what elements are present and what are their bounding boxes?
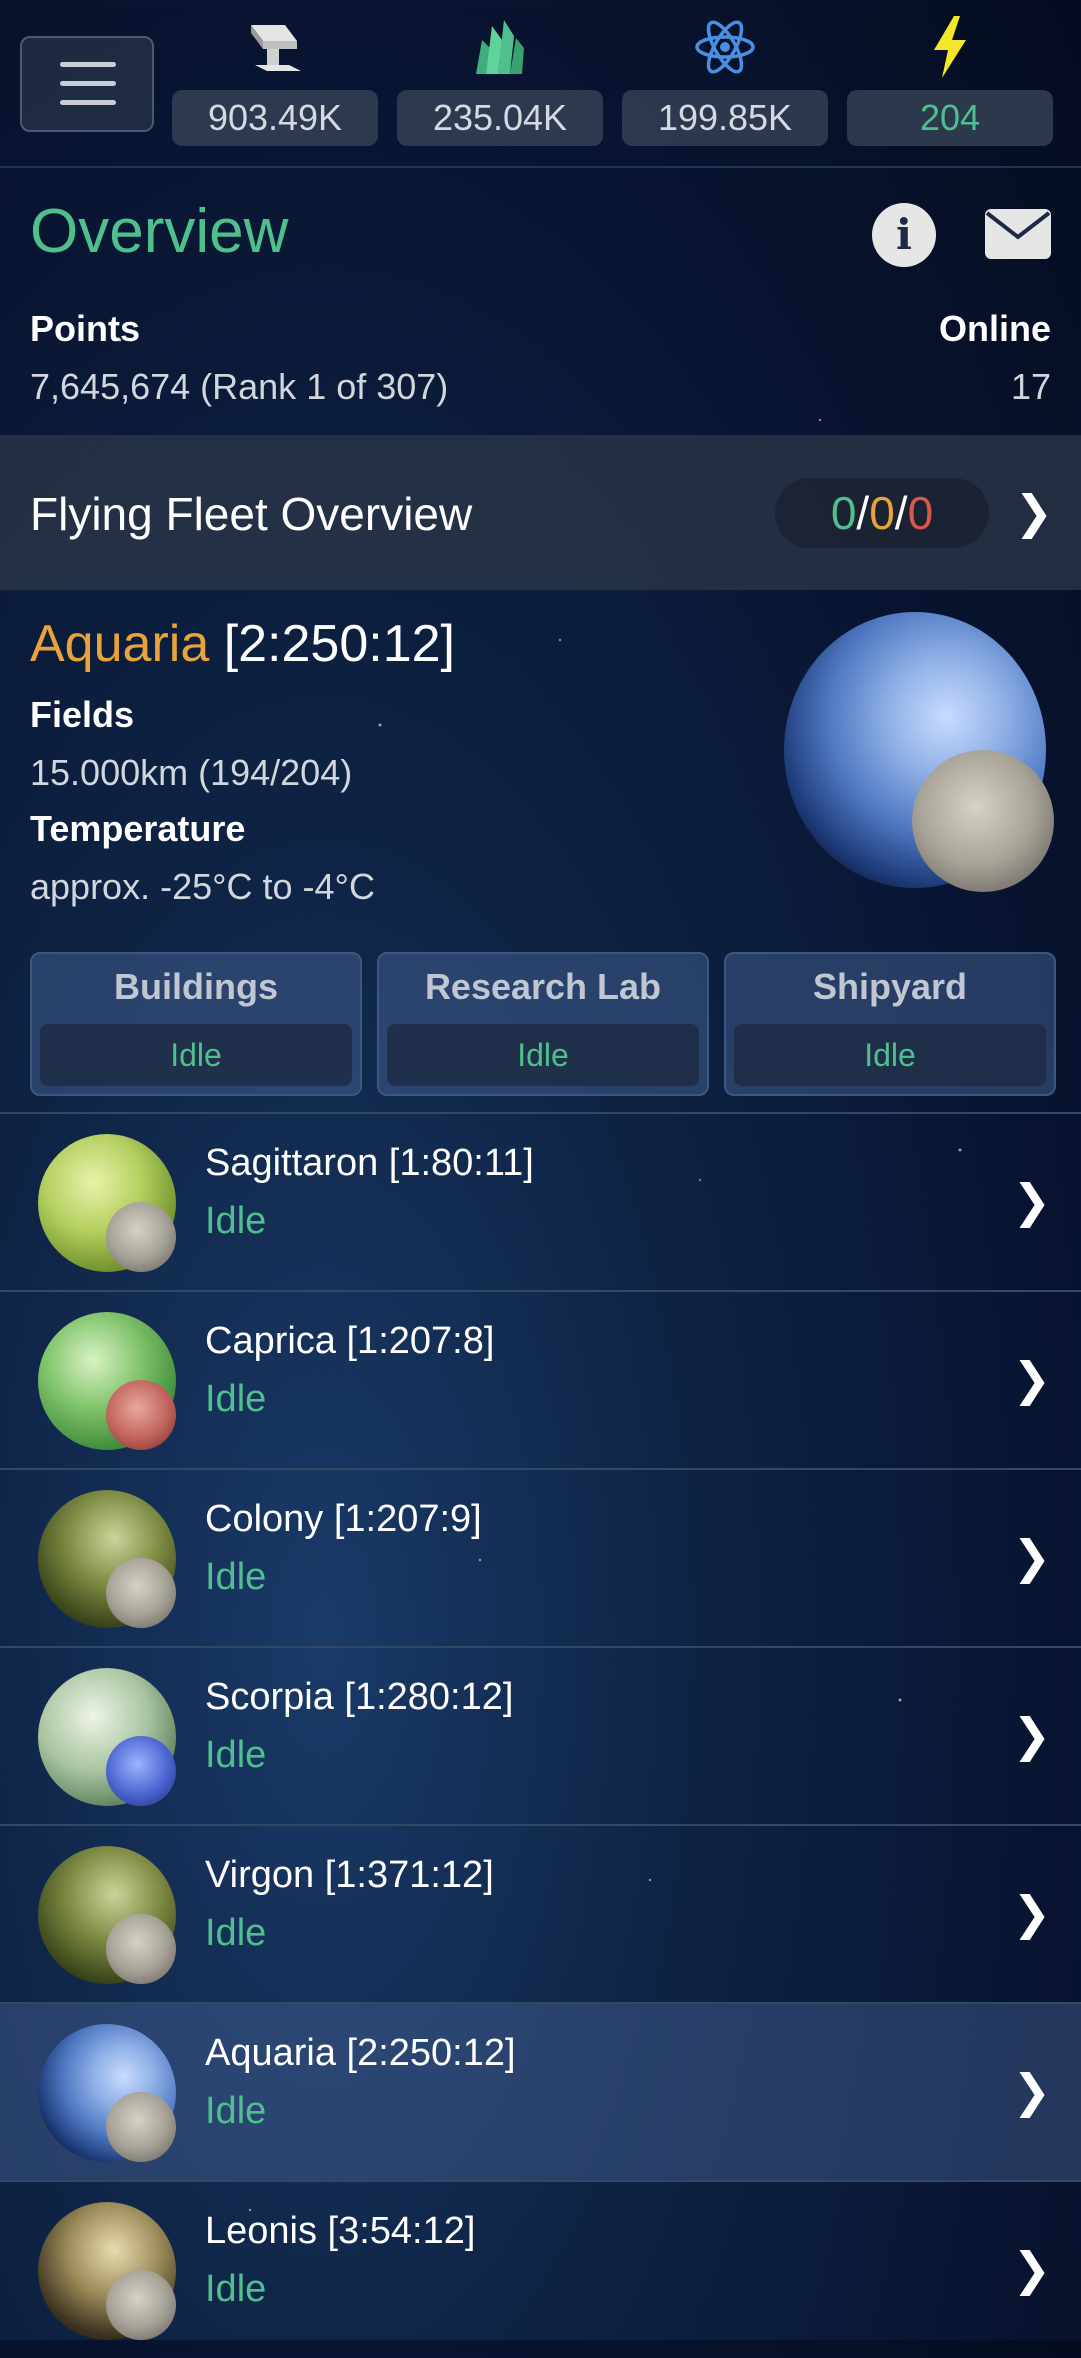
lightning-icon xyxy=(847,14,1053,80)
moon-image xyxy=(106,2092,176,2162)
moon-image xyxy=(106,2270,176,2340)
planet-name: Caprica [1:207:8] xyxy=(205,1320,495,1362)
queue-buildings-status: Idle xyxy=(40,1024,352,1086)
chevron-right-icon: ❯ xyxy=(1012,1352,1051,1406)
planet-list-item-active[interactable]: Aquaria [2:250:12] Idle ❯ xyxy=(0,2002,1081,2180)
current-planet-title: Aquaria [2:250:12] xyxy=(30,614,455,674)
planet-status: Idle xyxy=(205,1912,267,1954)
planet-status: Idle xyxy=(205,2268,267,2310)
planet-name: Leonis [3:54:12] xyxy=(205,2210,476,2252)
planet-status: Idle xyxy=(205,1378,267,1420)
page-title: Overview xyxy=(30,197,289,266)
metal-amount: 903.49K xyxy=(172,90,378,146)
info-icon[interactable]: i xyxy=(872,203,936,267)
chevron-right-icon: ❯ xyxy=(1012,1530,1051,1584)
planet-name: Scorpia [1:280:12] xyxy=(205,1676,514,1718)
planet-status: Idle xyxy=(205,1734,267,1776)
chevron-right-icon[interactable]: ❯ xyxy=(1014,485,1053,539)
planet-status: Idle xyxy=(205,1200,267,1242)
chevron-right-icon: ❯ xyxy=(1012,2242,1051,2296)
menu-button[interactable] xyxy=(20,36,154,132)
fleet-own-count: 0 xyxy=(830,487,857,539)
points-label: Points xyxy=(30,308,141,349)
queue-research-status: Idle xyxy=(387,1024,699,1086)
planet-name: Sagittaron [1:80:11] xyxy=(205,1142,534,1184)
fleet-hostile-count: 0 xyxy=(907,487,934,539)
planet-list-item[interactable]: Caprica [1:207:8] Idle ❯ xyxy=(0,1290,1081,1468)
moon-image xyxy=(106,1380,176,1450)
temperature-value: approx. -25°C to -4°C xyxy=(30,866,375,907)
online-value: 17 xyxy=(1010,366,1051,407)
moon-image xyxy=(106,1736,176,1806)
queue-research-title: Research Lab xyxy=(424,966,662,1007)
current-planet-name: Aquaria xyxy=(30,615,210,673)
mail-icon[interactable] xyxy=(985,209,1051,259)
fields-label: Fields xyxy=(30,694,135,735)
resource-deuterium[interactable]: 199.85K xyxy=(622,0,828,150)
fleet-title: Flying Fleet Overview xyxy=(30,488,473,540)
temperature-label: Temperature xyxy=(30,808,246,849)
planet-name: Colony [1:207:9] xyxy=(205,1498,482,1540)
fields-value: 15.000km (194/204) xyxy=(30,752,353,793)
current-planet-coords: [2:250:12] xyxy=(223,615,455,673)
queue-buildings[interactable]: Buildings Idle xyxy=(30,952,362,1096)
crystal-icon xyxy=(397,14,603,80)
atom-icon xyxy=(622,14,828,80)
planet-list-item[interactable]: Leonis [3:54:12] Idle ❯ xyxy=(0,2180,1081,2358)
planet-status: Idle xyxy=(205,1556,267,1598)
deuterium-amount: 199.85K xyxy=(622,90,828,146)
planet-name: Virgon [1:371:12] xyxy=(205,1854,494,1896)
chevron-right-icon: ❯ xyxy=(1012,1708,1051,1762)
queue-shipyard[interactable]: Shipyard Idle xyxy=(724,952,1056,1096)
planet-list-item[interactable]: Sagittaron [1:80:11] Idle ❯ xyxy=(0,1112,1081,1290)
resource-bar: 903.49K 235.04K 199.85K 204 xyxy=(0,0,1081,168)
queue-shipyard-status: Idle xyxy=(734,1024,1046,1086)
planet-list-item[interactable]: Colony [1:207:9] Idle ❯ xyxy=(0,1468,1081,1646)
queue-shipyard-title: Shipyard xyxy=(812,966,968,1007)
flying-fleet-overview[interactable]: Flying Fleet Overview 0/0/0 ❯ xyxy=(0,435,1081,590)
points-value: 7,645,674 (Rank 1 of 307) xyxy=(30,366,449,407)
planet-status: Idle xyxy=(205,2090,267,2132)
planet-name: Aquaria [2:250:12] xyxy=(205,2032,516,2074)
planet-list-item[interactable]: Virgon [1:371:12] Idle ❯ xyxy=(0,1824,1081,2002)
queue-research-lab[interactable]: Research Lab Idle xyxy=(377,952,709,1096)
online-label: Online xyxy=(938,308,1051,349)
hamburger-icon xyxy=(60,62,116,67)
queue-buildings-title: Buildings xyxy=(114,966,278,1007)
moon-image xyxy=(106,1558,176,1628)
planet-list-item[interactable]: Scorpia [1:280:12] Idle ❯ xyxy=(0,1646,1081,1824)
current-moon-image[interactable] xyxy=(912,750,1054,892)
resource-crystal[interactable]: 235.04K xyxy=(397,0,603,150)
energy-amount: 204 xyxy=(847,90,1053,146)
moon-image xyxy=(106,1202,176,1272)
chevron-right-icon: ❯ xyxy=(1012,2064,1051,2118)
metal-ingot-icon xyxy=(172,14,378,80)
resource-metal[interactable]: 903.49K xyxy=(172,0,378,150)
fleet-friendly-count: 0 xyxy=(869,487,895,539)
resource-energy[interactable]: 204 xyxy=(847,0,1053,150)
moon-image xyxy=(106,1914,176,1984)
fleet-counts: 0/0/0 xyxy=(775,478,989,548)
crystal-amount: 235.04K xyxy=(397,90,603,146)
chevron-right-icon: ❯ xyxy=(1012,1886,1051,1940)
chevron-right-icon: ❯ xyxy=(1012,1174,1051,1228)
